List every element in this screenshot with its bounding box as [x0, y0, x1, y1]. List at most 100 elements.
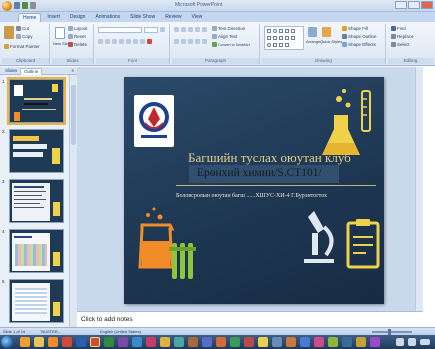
slide-thumbnail-4[interactable]: 4 [2, 229, 66, 275]
zoom-slider[interactable] [372, 331, 412, 333]
slide-thumbnail-5[interactable]: 5 [2, 279, 66, 325]
quick-styles-icon[interactable] [322, 27, 331, 37]
rounded-rect-shape-icon[interactable] [267, 36, 271, 40]
app-icon[interactable] [244, 337, 254, 347]
replace-button[interactable]: Replace [391, 34, 414, 39]
grow-font-button[interactable] [160, 27, 165, 32]
delete-slide-button[interactable]: Delete [68, 42, 87, 47]
convert-smartart-button[interactable]: Convert to SmartArt [212, 42, 250, 47]
app-icon[interactable] [132, 337, 142, 347]
tab-outline[interactable]: Outline [20, 68, 43, 75]
undo-icon[interactable] [22, 2, 28, 9]
shape-fill-button[interactable]: Shape Fill [342, 26, 368, 31]
start-button[interactable] [1, 336, 13, 348]
rectangle-shape-icon[interactable] [267, 29, 271, 33]
tab-design[interactable]: Design [66, 13, 90, 22]
app-icon[interactable] [286, 337, 296, 347]
line-spacing-button[interactable] [202, 27, 207, 32]
select-button[interactable]: Select [391, 42, 410, 47]
notes-placeholder[interactable]: Click to add notes [81, 316, 133, 323]
tab-view[interactable]: View [188, 13, 207, 22]
app-icon[interactable] [230, 337, 240, 347]
battery-icon[interactable] [420, 339, 430, 345]
editing-area-scrollbar[interactable] [415, 67, 423, 311]
media-player-icon[interactable] [48, 337, 58, 347]
quick-styles-button[interactable]: Quick Styles [320, 39, 342, 44]
strikethrough-button[interactable] [119, 39, 124, 44]
triangle-shape-icon[interactable] [291, 29, 295, 33]
underline-button[interactable] [112, 39, 117, 44]
italic-button[interactable] [105, 39, 110, 44]
powerpoint-icon[interactable] [90, 337, 100, 347]
font-size-combo[interactable] [144, 27, 158, 33]
arrange-icon[interactable] [308, 27, 317, 37]
pane-close-icon[interactable]: x [72, 68, 75, 74]
tab-insert[interactable]: Insert [43, 13, 64, 22]
text-direction-button[interactable]: Text Direction [212, 26, 245, 31]
app-icon[interactable] [188, 337, 198, 347]
font-color-button[interactable] [147, 39, 152, 44]
hexagon-shape-icon[interactable] [273, 43, 277, 47]
notes-pane[interactable]: Click to add notes [77, 311, 423, 327]
align-text-button[interactable]: Align Text [212, 34, 237, 39]
redo-icon[interactable] [30, 2, 36, 9]
slide-thumbnail-3[interactable]: 3 [2, 179, 66, 225]
format-painter-button[interactable]: Format Painter [4, 44, 40, 49]
heart-shape-icon[interactable] [285, 43, 289, 47]
slides-pane-scrollbar[interactable] [69, 75, 77, 327]
app-icon[interactable] [272, 337, 282, 347]
tab-review[interactable]: Review [161, 13, 185, 22]
tab-home[interactable]: Home [18, 13, 42, 22]
star-shape-icon[interactable] [279, 36, 283, 40]
shape-effects-button[interactable]: Shape Effects [342, 42, 376, 47]
bullets-button[interactable] [174, 27, 179, 32]
app-icon[interactable] [300, 337, 310, 347]
browser-icon[interactable] [20, 337, 30, 347]
shadow-button[interactable] [126, 39, 131, 44]
new-slide-icon[interactable] [55, 27, 65, 39]
tab-slide-show[interactable]: Slide Show [126, 13, 159, 22]
font-name-combo[interactable] [98, 27, 142, 33]
minimize-button[interactable] [395, 1, 407, 9]
slide-body-text[interactable]: Боловсролын оюутан багш ......ХШУС-ХИ-4 … [176, 193, 327, 199]
app-icon[interactable] [314, 337, 324, 347]
line-shape-icon[interactable] [279, 29, 283, 33]
increase-indent-button[interactable] [195, 27, 200, 32]
bold-button[interactable] [98, 39, 103, 44]
app-icon[interactable] [146, 337, 156, 347]
current-slide[interactable]: Багшийн туслах оюутан клуб Ерөнхий химии… [124, 77, 384, 304]
save-icon[interactable] [14, 2, 20, 9]
shapes-gallery[interactable] [264, 26, 304, 50]
slide-thumbnail-1[interactable]: 1 [2, 77, 66, 125]
copy-button[interactable]: Copy [16, 34, 33, 39]
arrange-button[interactable]: Arrange [306, 39, 320, 44]
oval-shape-icon[interactable] [273, 29, 277, 33]
app-icon[interactable] [370, 337, 380, 347]
cut-button[interactable]: Cut [16, 26, 29, 31]
close-button[interactable] [421, 1, 433, 9]
app-icon[interactable] [118, 337, 128, 347]
align-left-button[interactable] [174, 39, 179, 44]
align-center-button[interactable] [181, 39, 186, 44]
app-icon[interactable] [216, 337, 226, 347]
word-icon[interactable] [76, 337, 86, 347]
excel-icon[interactable] [104, 337, 114, 347]
change-case-button[interactable] [140, 39, 145, 44]
reset-button[interactable]: Reset [68, 34, 86, 39]
app-icon[interactable] [342, 337, 352, 347]
brace-shape-icon[interactable] [285, 36, 289, 40]
arrow-shape-icon[interactable] [285, 29, 289, 33]
decrease-indent-button[interactable] [188, 27, 193, 32]
layout-button[interactable]: Layout [68, 26, 88, 31]
callout-shape-icon[interactable] [273, 36, 277, 40]
slide-title[interactable]: Багшийн туслах оюутан клуб [188, 150, 351, 166]
maximize-button[interactable] [408, 1, 420, 9]
align-right-button[interactable] [188, 39, 193, 44]
scrollbar-thumb[interactable] [71, 85, 76, 145]
speaker-icon[interactable] [396, 338, 404, 346]
app-icon[interactable] [258, 337, 268, 347]
app-icon[interactable] [328, 337, 338, 347]
char-spacing-button[interactable] [133, 39, 138, 44]
numbering-button[interactable] [181, 27, 186, 32]
bracket-shape-icon[interactable] [291, 36, 295, 40]
